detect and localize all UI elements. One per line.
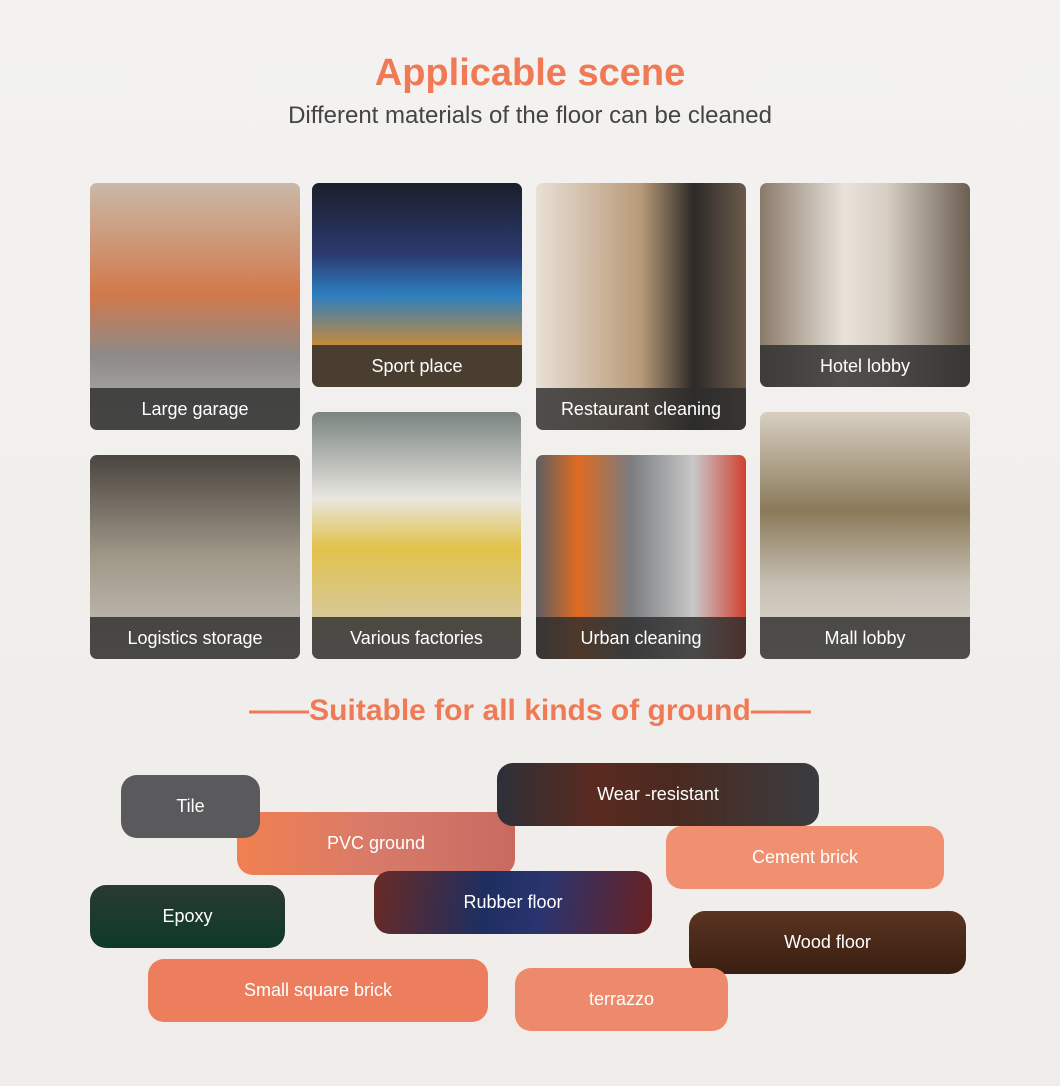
ground-wear-resistant: Wear -resistant [497, 763, 819, 826]
scene-caption: Large garage [90, 388, 300, 430]
scene-caption: Hotel lobby [760, 345, 970, 387]
scene-hotel-lobby: Hotel lobby [760, 183, 970, 387]
scene-caption: Various factories [312, 617, 521, 659]
ground-epoxy: Epoxy [90, 885, 285, 948]
ground-cement-brick: Cement brick [666, 826, 944, 889]
scene-caption: Mall lobby [760, 617, 970, 659]
scene-caption: Urban cleaning [536, 617, 746, 659]
ground-terrazzo: terrazzo [515, 968, 728, 1031]
page-subtitle: Different materials of the floor can be … [288, 102, 772, 129]
scene-logistics-storage: Logistics storage [90, 455, 300, 659]
scene-caption: Restaurant cleaning [536, 388, 746, 430]
scene-large-garage: Large garage [90, 183, 300, 430]
ground-tile: Tile [121, 775, 260, 838]
page-title: Applicable scene [374, 52, 686, 94]
scene-various-factories: Various factories [312, 412, 521, 659]
scene-caption: Logistics storage [90, 617, 300, 659]
scene-restaurant: Restaurant cleaning [536, 183, 746, 430]
scene-mall-lobby: Mall lobby [760, 412, 970, 659]
ground-rubber-floor: Rubber floor [374, 871, 652, 934]
ground-small-square-brick: Small square brick [148, 959, 488, 1022]
scene-sport-place: Sport place [312, 183, 522, 387]
ground-wood-floor: Wood floor [689, 911, 966, 974]
ground-section-title: ——Suitable for all kinds of ground—— [249, 694, 811, 727]
scene-urban-cleaning: Urban cleaning [536, 455, 746, 659]
scene-caption: Sport place [312, 345, 522, 387]
ground-pvc: PVC ground [237, 812, 515, 875]
